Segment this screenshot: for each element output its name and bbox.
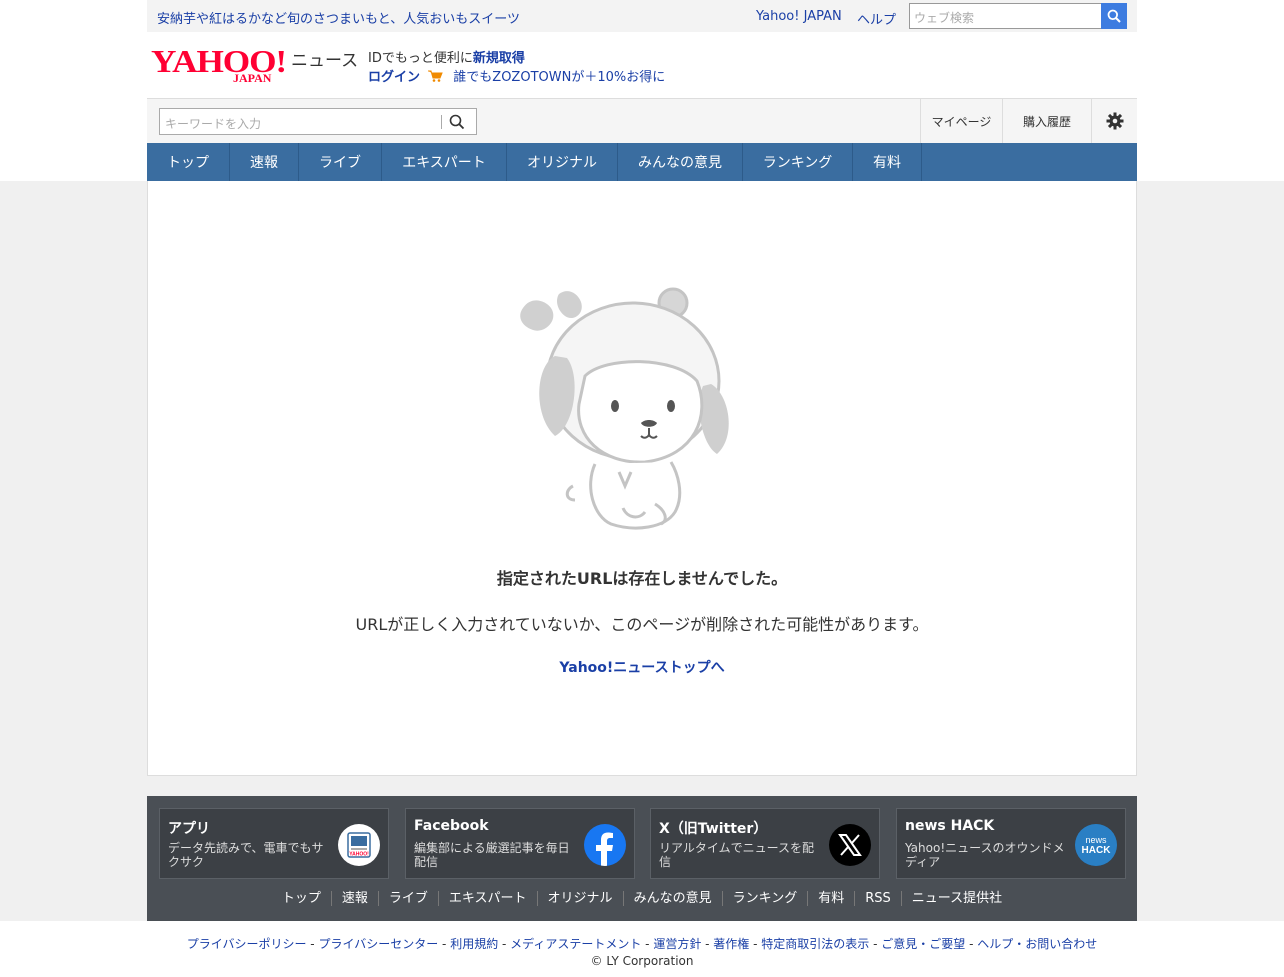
settings-button[interactable]	[1091, 99, 1137, 143]
legal-policy[interactable]: 運営方針	[653, 937, 701, 951]
top-strip: 安納芋や紅はるかなど旬のさつまいもと、人気おいもスイーツ Yahoo! JAPA…	[147, 0, 1137, 32]
yahoo-app-icon: YAHOO!	[338, 824, 380, 866]
help-link[interactable]: ヘルプ	[857, 9, 896, 28]
keyword-search-input[interactable]: キーワードを入力	[159, 108, 477, 135]
tab-live[interactable]: ライブ	[299, 143, 382, 181]
footer-card-facebook[interactable]: Facebook 編集部による厳選記事を毎日配信	[405, 808, 635, 879]
footer-card-desc: Yahoo!ニュースのオウンドメディア	[905, 841, 1065, 869]
register-link[interactable]: 新規取得	[473, 51, 525, 66]
footer-link-rss[interactable]: RSS	[854, 891, 901, 906]
legal-privacy-center[interactable]: プライバシーセンター	[318, 937, 438, 951]
yahoo-japan-link[interactable]: Yahoo! JAPAN	[756, 9, 842, 24]
facebook-icon	[584, 824, 626, 866]
error-description: URLが正しく入力されていないか、このページが削除された可能性があります。	[355, 615, 929, 634]
news-hack-icon: news HACK	[1075, 824, 1117, 866]
footer-link-paid[interactable]: 有料	[807, 891, 854, 906]
footer-link-opinions[interactable]: みんなの意見	[622, 891, 722, 906]
id-promo: IDでもっと便利に新規取得	[368, 47, 525, 66]
error-card: 指定されたURLは存在しませんでした。 URLが正しく入力されていないか、このペ…	[147, 181, 1137, 776]
legal-terms[interactable]: 利用規約	[450, 937, 498, 951]
footer-card-title: Facebook	[414, 818, 489, 834]
tab-paid[interactable]: 有料	[853, 143, 922, 181]
tab-opinions[interactable]: みんなの意見	[618, 143, 743, 181]
legal-media-statement[interactable]: メディアステートメント	[510, 937, 641, 951]
error-title: 指定されたURLは存在しませんでした。	[496, 569, 788, 588]
footer-link-ranking[interactable]: ランキング	[721, 891, 808, 906]
legal-commerce[interactable]: 特定商取引法の表示	[761, 937, 869, 951]
footer-link-top[interactable]: トップ	[272, 891, 331, 906]
footer-card-desc: リアルタイムでニュースを配信	[659, 841, 815, 869]
news-top-link[interactable]: Yahoo!ニューストップへ	[148, 657, 1136, 677]
footer-link-original[interactable]: オリジナル	[536, 891, 623, 906]
svg-text:HACK: HACK	[1082, 845, 1112, 856]
tab-ranking[interactable]: ランキング	[743, 143, 853, 181]
search-row: キーワードを入力 マイページ 購入履歴	[147, 98, 1137, 143]
tab-breaking[interactable]: 速報	[230, 143, 299, 181]
mypage-link[interactable]: マイページ	[920, 99, 1002, 143]
logo-japan-text: JAPAN	[233, 71, 272, 84]
logo-news-text: ニュース	[291, 51, 358, 71]
footer-card-app[interactable]: アプリ データ先読みで、電車でもサクサク YAHOO!	[159, 808, 389, 879]
copyright: © LY Corporation	[590, 954, 694, 968]
footer-link-providers[interactable]: ニュース提供社	[900, 891, 1012, 906]
zozotown-promo-link[interactable]: 誰でもZOZOTOWNが＋10%お得に	[453, 70, 665, 85]
main-nav: トップ 速報 ライブ エキスパート オリジナル みんなの意見 ランキング 有料	[147, 143, 1137, 181]
svg-text:news: news	[1085, 835, 1107, 845]
login-line: ログイン 誰でもZOZOTOWNが＋10%お得に	[368, 66, 665, 85]
footer-card-newshack[interactable]: news HACK Yahoo!ニュースのオウンドメディア news HACK	[896, 808, 1126, 879]
footer-card-title: news HACK	[905, 818, 995, 834]
legal-help[interactable]: ヘルプ・お問い合わせ	[977, 937, 1097, 951]
tab-top[interactable]: トップ	[147, 143, 230, 181]
x-icon	[829, 824, 871, 866]
cart-icon	[428, 70, 443, 82]
footer-card-title: アプリ	[168, 821, 210, 837]
search-divider	[441, 115, 442, 129]
legal-links: プライバシーポリシー - プライバシーセンター - 利用規約 - メディアステー…	[186, 937, 1098, 951]
search-icon	[449, 114, 465, 130]
tab-expert[interactable]: エキスパート	[382, 143, 507, 181]
tab-original[interactable]: オリジナル	[507, 143, 618, 181]
gear-icon	[1106, 112, 1123, 130]
footer-links: トップ 速報 ライブ エキスパート オリジナル みんなの意見 ランキング 有料 …	[147, 891, 1137, 906]
footer: アプリ データ先読みで、電車でもサクサク YAHOO! Facebook 編集部…	[147, 796, 1137, 921]
web-search-button[interactable]	[1101, 3, 1127, 29]
footer-link-live[interactable]: ライブ	[377, 891, 438, 906]
footer-link-breaking[interactable]: 速報	[330, 891, 378, 906]
footer-card-x[interactable]: X（旧Twitter） リアルタイムでニュースを配信	[650, 808, 880, 879]
keyword-search-button[interactable]	[448, 113, 468, 131]
footer-card-desc: データ先読みで、電車でもサクサク	[168, 841, 324, 869]
web-search-placeholder: ウェブ検索	[914, 11, 975, 25]
legal-privacy-policy[interactable]: プライバシーポリシー	[187, 937, 307, 951]
legal-copyright[interactable]: 著作権	[713, 937, 749, 951]
user-nav: マイページ 購入履歴	[920, 99, 1137, 143]
footer-card-desc: 編集部による厳選記事を毎日配信	[414, 841, 570, 869]
search-icon	[1107, 9, 1121, 23]
keyword-search-placeholder: キーワードを入力	[165, 117, 262, 131]
login-link[interactable]: ログイン	[368, 70, 420, 85]
legal-feedback[interactable]: ご意見・ご要望	[881, 937, 965, 951]
id-promo-text: IDでもっと便利に	[368, 51, 473, 66]
yahoo-news-logo[interactable]: YAHOO! JAPAN ニュース	[151, 43, 361, 85]
sad-mascot-illustration	[520, 287, 729, 530]
footer-card-title: X（旧Twitter）	[659, 821, 768, 837]
web-search-input[interactable]: ウェブ検索	[909, 3, 1127, 29]
svg-text:YAHOO!: YAHOO!	[349, 852, 369, 858]
promo-link[interactable]: 安納芋や紅はるかなど旬のさつまいもと、人気おいもスイーツ	[157, 8, 520, 27]
footer-link-expert[interactable]: エキスパート	[437, 891, 537, 906]
purchase-history-link[interactable]: 購入履歴	[1002, 99, 1091, 143]
